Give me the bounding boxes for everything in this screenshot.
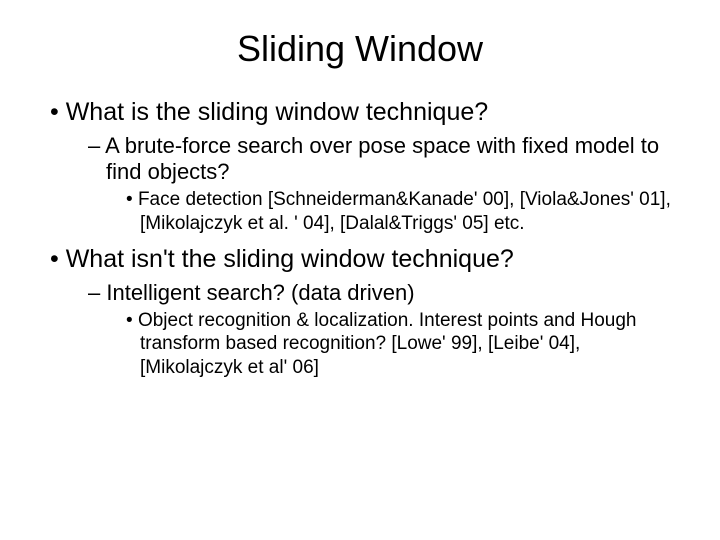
bullet-level2: A brute-force search over pose space wit… — [88, 133, 680, 186]
slide-title: Sliding Window — [40, 28, 680, 70]
bullet-level3: Object recognition & localization. Inter… — [126, 309, 680, 380]
bullet-level2: Intelligent search? (data driven) — [88, 280, 680, 306]
bullet-level1: What isn't the sliding window technique? — [50, 245, 680, 274]
bullet-level3: Face detection [Schneiderman&Kanade' 00]… — [126, 188, 680, 236]
bullet-level1: What is the sliding window technique? — [50, 98, 680, 127]
slide: Sliding Window What is the sliding windo… — [0, 0, 720, 410]
